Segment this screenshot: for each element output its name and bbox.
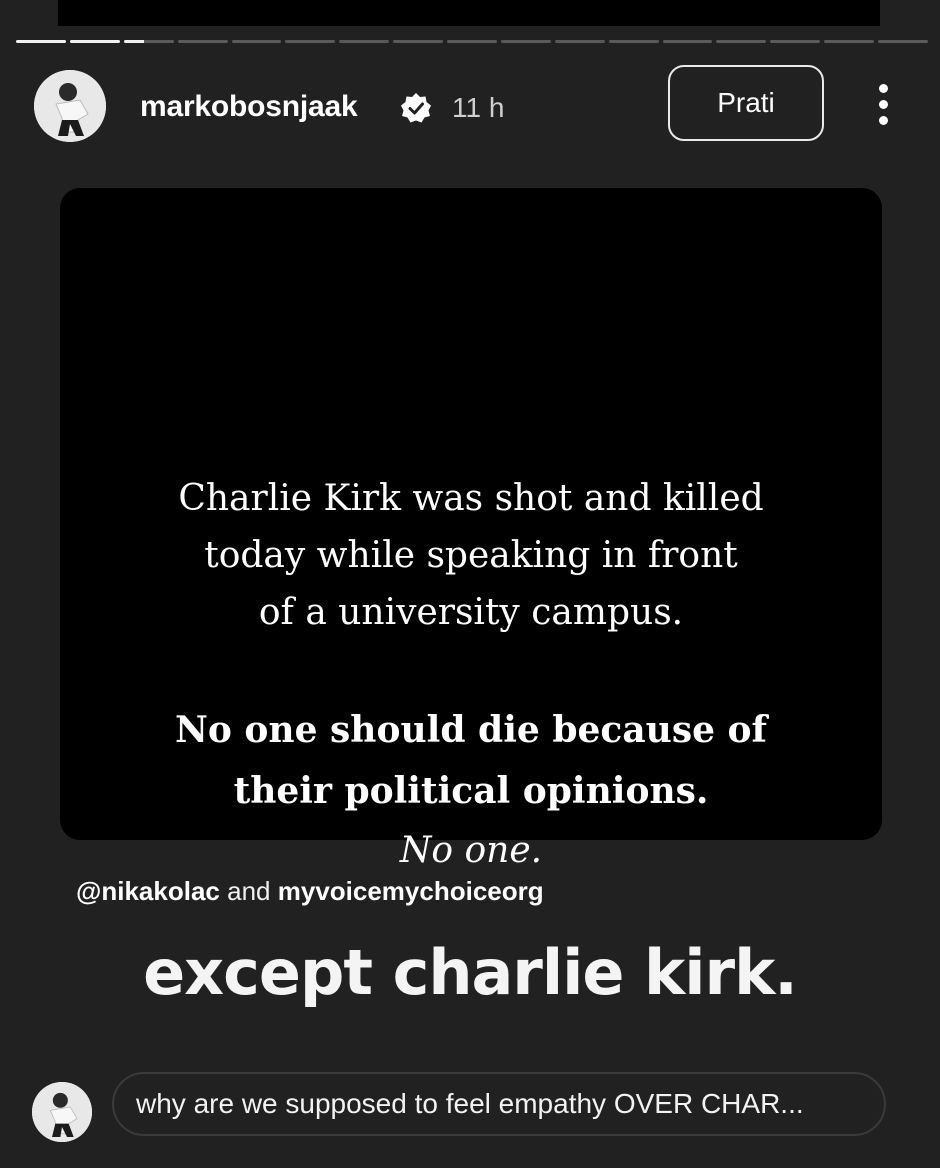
progress-segment (878, 40, 928, 43)
progress-segment (393, 40, 443, 43)
card-text-line-1: Charlie Kirk was shot and killed (178, 478, 764, 519)
progress-segment (554, 40, 605, 43)
progress-segment (662, 40, 713, 43)
verified-badge-icon (401, 93, 431, 123)
card-text-line-3: of a university campus. (258, 592, 684, 633)
progress-segment (16, 40, 66, 43)
story-overlay-text: except charlie kirk. (143, 936, 798, 1009)
progress-segment (339, 40, 390, 43)
card-text-line-2: today while speaking in front (204, 535, 738, 576)
progress-segment (824, 40, 874, 43)
more-options-icon[interactable] (868, 84, 898, 130)
profile-avatar[interactable] (34, 70, 106, 142)
reply-avatar (32, 1082, 92, 1142)
post-time: 11 h (452, 92, 505, 123)
mentions-line: @nikakolac and myvoicemychoiceorg (76, 876, 544, 907)
follow-button[interactable]: Prati (668, 65, 824, 141)
story-progress-bar (16, 40, 928, 44)
progress-segment (608, 40, 659, 43)
progress-segment (716, 40, 767, 43)
progress-segment (69, 40, 120, 43)
reply-text: why are we supposed to feel empathy OVER… (136, 1088, 804, 1119)
mention-and: and (227, 876, 271, 906)
progress-segment (447, 40, 497, 43)
mention-user-2[interactable]: myvoicemychoiceorg (278, 876, 544, 906)
username[interactable]: markobosnjaak (140, 90, 358, 124)
progress-segment (123, 40, 174, 43)
progress-segment (285, 40, 336, 43)
progress-segment (770, 40, 821, 43)
card-bold-line-1: No one should die because of (174, 709, 768, 751)
progress-segment (500, 40, 551, 43)
reply-bubble[interactable]: why are we supposed to feel empathy OVER… (112, 1072, 886, 1136)
card-bold-line-2: their political opinions. (233, 770, 709, 812)
progress-segment (231, 40, 282, 43)
shared-post-card[interactable]: Charlie Kirk was shot and killed today w… (60, 188, 882, 871)
card-italic-line: No one. (399, 830, 543, 871)
story-header: markobosnjaak 11 h Prati (0, 65, 940, 146)
progress-segment (177, 40, 228, 43)
previous-story-edge (58, 0, 880, 26)
mention-user-1[interactable]: @nikakolac (76, 876, 220, 906)
